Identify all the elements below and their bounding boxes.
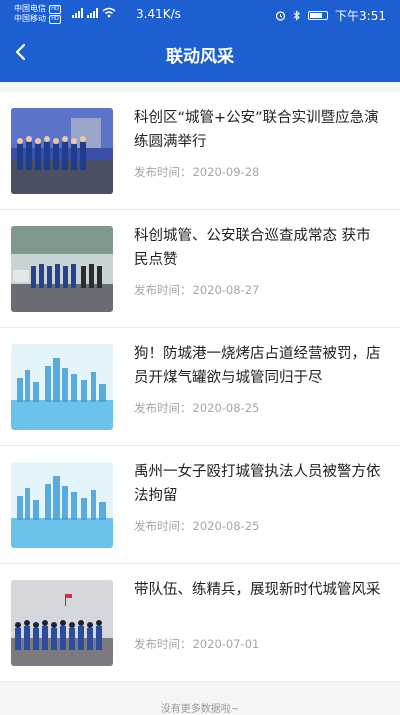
date-label: 发布时间： xyxy=(134,401,192,415)
date-value: 2020-07-01 xyxy=(192,637,260,651)
news-thumbnail xyxy=(11,462,113,548)
date-label: 发布时间： xyxy=(134,165,192,179)
date-value: 2020-08-25 xyxy=(192,401,260,415)
news-date: 发布时间：2020-08-25 xyxy=(134,400,260,416)
news-thumbnail xyxy=(11,580,113,666)
signal-icon xyxy=(87,8,98,18)
city-skyline-image xyxy=(11,344,113,430)
battery-icon xyxy=(308,11,329,20)
carrier-1: 中国电信 xyxy=(14,4,46,13)
wifi-icon xyxy=(102,7,116,18)
date-label: 发布时间： xyxy=(134,283,192,297)
signal-icons xyxy=(72,7,116,18)
news-item[interactable]: 科创城管、公安联合巡查成常态 获市民点赞 发布时间：2020-08-27 xyxy=(0,210,400,328)
alarm-icon xyxy=(275,11,286,21)
no-more-data-text: 没有更多数据啦~ xyxy=(160,704,240,715)
team-photo-image xyxy=(11,226,113,312)
page-title: 联动风采 xyxy=(166,47,234,67)
news-thumbnail xyxy=(11,108,113,194)
carrier-info: 中国电信 HD 中国移动 HD xyxy=(14,4,61,24)
news-title: 狗！防城港一烧烤店占道经营被罚，店员开煤气罐欲与城管同归于尽 xyxy=(134,346,381,386)
signal-icon xyxy=(72,8,83,18)
news-date: 发布时间：2020-08-25 xyxy=(134,518,260,534)
news-thumbnail xyxy=(11,344,113,430)
date-label: 发布时间： xyxy=(134,519,192,533)
news-date: 发布时间：2020-07-01 xyxy=(134,636,260,652)
news-list: 科创区“城管+公安”联合实训暨应急演练圆满举行 发布时间：2020-09-28 … xyxy=(0,92,400,682)
news-item[interactable]: 科创区“城管+公安”联合实训暨应急演练圆满举行 发布时间：2020-09-28 xyxy=(0,92,400,210)
carrier-2: 中国移动 xyxy=(14,14,46,23)
team-photo-image xyxy=(11,580,113,666)
hd-badge-icon: HD xyxy=(49,14,61,24)
date-value: 2020-09-28 xyxy=(192,165,260,179)
news-title: 带队伍、练精兵，展现新时代城管风采 xyxy=(134,582,381,598)
app-header: 中国电信 HD 中国移动 HD 3.41K/s 下午3:51 联动风采 xyxy=(0,0,400,82)
status-bar: 中国电信 HD 中国移动 HD 3.41K/s 下午3:51 xyxy=(0,0,400,30)
news-item[interactable]: 狗！防城港一烧烤店占道经营被罚，店员开煤气罐欲与城管同归于尽 发布时间：2020… xyxy=(0,328,400,446)
news-item[interactable]: 带队伍、练精兵，展现新时代城管风采 发布时间：2020-07-01 xyxy=(0,564,400,682)
news-title: 科创区“城管+公安”联合实训暨应急演练圆满举行 xyxy=(134,110,379,150)
network-speed: 3.41K/s xyxy=(136,7,181,21)
news-date: 发布时间：2020-08-27 xyxy=(134,282,260,298)
clock: 下午3:51 xyxy=(335,9,386,23)
date-label: 发布时间： xyxy=(134,637,192,651)
team-photo-image xyxy=(11,108,113,194)
news-date: 发布时间：2020-09-28 xyxy=(134,164,260,180)
hd-badge-icon: HD xyxy=(49,4,61,14)
bluetooth-icon xyxy=(293,10,300,21)
city-skyline-image xyxy=(11,462,113,548)
news-title: 禹州一女子殴打城管执法人员被警方依法拘留 xyxy=(134,464,381,504)
date-value: 2020-08-27 xyxy=(192,283,260,297)
news-title: 科创城管、公安联合巡查成常态 获市民点赞 xyxy=(134,228,371,268)
news-thumbnail xyxy=(11,226,113,312)
news-item[interactable]: 禹州一女子殴打城管执法人员被警方依法拘留 发布时间：2020-08-25 xyxy=(0,446,400,564)
date-value: 2020-08-25 xyxy=(192,519,260,533)
